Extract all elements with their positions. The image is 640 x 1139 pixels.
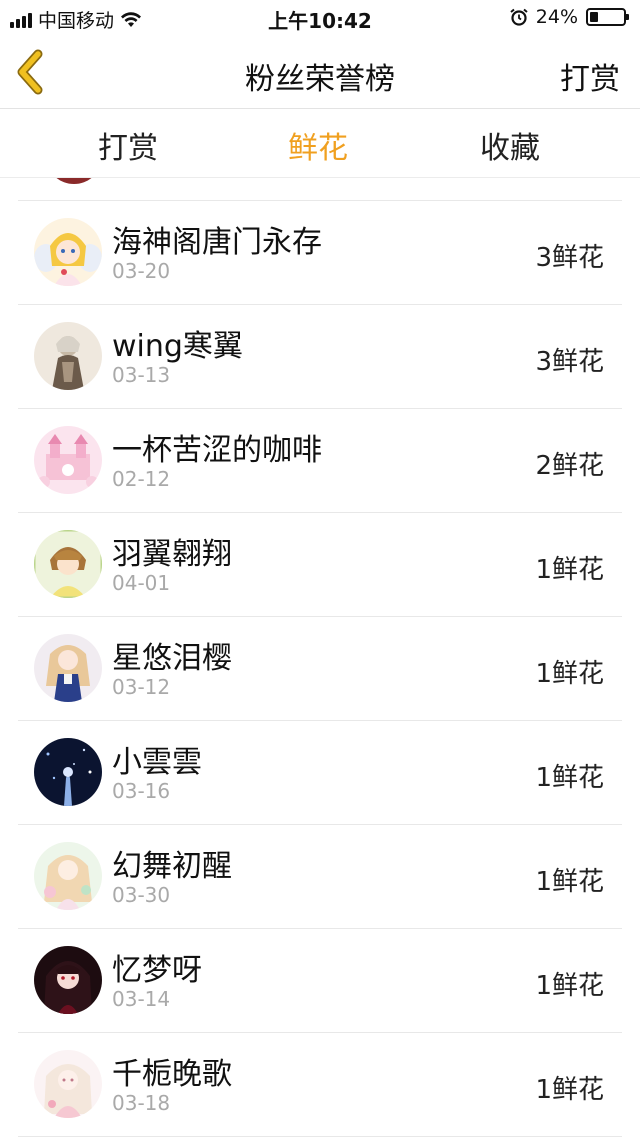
avatar: [34, 842, 102, 910]
list-item[interactable]: 千栀晚歌 03-18 1鲜花: [18, 1032, 622, 1137]
user-name: 一杯苦涩的咖啡: [112, 433, 322, 468]
battery-percent: 24%: [535, 6, 578, 28]
sepia-character-avatar: [34, 322, 102, 390]
avatar: [34, 322, 102, 390]
brown-hair-boy-avatar: [34, 530, 102, 598]
user-name: 小雲雲: [112, 745, 202, 780]
user-name: 星悠泪樱: [112, 641, 232, 676]
user-name: wing寒翼: [112, 329, 243, 364]
user-name: 千栀晚歌: [112, 1057, 232, 1092]
pink-hair-girl-avatar: [34, 1050, 102, 1118]
date: 03-16: [112, 779, 171, 803]
angel-girl-avatar: [34, 218, 102, 286]
avatar: [34, 738, 102, 806]
list-item[interactable]: 幻舞初醒 03-30 1鲜花: [18, 824, 622, 929]
list-bottom-divider: [18, 1136, 622, 1137]
list-item[interactable]: 一杯苦涩的咖啡 02-12 2鲜花: [18, 408, 622, 513]
tab-flowers[interactable]: 鲜花: [288, 123, 348, 167]
status-right: 24%: [510, 6, 629, 28]
user-name: 忆梦呀: [112, 953, 202, 988]
list-item[interactable]: 星悠泪樱 03-12 1鲜花: [18, 616, 622, 721]
date: 03-13: [112, 363, 171, 387]
tab-reward[interactable]: 打赏: [98, 123, 158, 167]
flower-count: 1鲜花: [535, 555, 604, 585]
list-item[interactable]: 海神阁唐门永存 03-20 3鲜花: [18, 200, 622, 305]
flower-count: 2鲜花: [535, 451, 604, 481]
pastel-flower-girl-avatar: [34, 842, 102, 910]
date: 03-30: [112, 883, 171, 907]
user-name: 海神阁唐门永存: [112, 225, 322, 260]
list-item[interactable]: 小雲雲 03-16 1鲜花: [18, 720, 622, 825]
night-sky-avatar: [34, 738, 102, 806]
pink-castle-avatar: [34, 426, 102, 494]
date: 04-01: [112, 571, 171, 595]
avatar: [34, 530, 102, 598]
avatar: [34, 946, 102, 1014]
date: 03-14: [112, 987, 171, 1011]
user-name: 幻舞初醒: [112, 849, 232, 884]
avatar: [34, 634, 102, 702]
date: 03-20: [112, 259, 171, 283]
avatar: [48, 178, 100, 184]
avatar: [34, 218, 102, 286]
date: 03-12: [112, 675, 171, 699]
nav-bar: 粉丝荣誉榜 打赏: [0, 36, 640, 109]
flower-count: 1鲜花: [535, 763, 604, 793]
blue-dress-girl-avatar: [34, 634, 102, 702]
flower-count: 1鲜花: [535, 971, 604, 1001]
user-name: 羽翼翱翔: [112, 537, 232, 572]
avatar: [34, 1050, 102, 1118]
battery-icon: [586, 8, 629, 26]
flower-count: 1鲜花: [535, 659, 604, 689]
list-item[interactable]: wing寒翼 03-13 3鲜花: [18, 304, 622, 409]
page-title: 粉丝荣誉榜: [245, 62, 395, 97]
tab-bar: 打赏 鲜花 收藏: [0, 109, 640, 178]
avatar: [34, 426, 102, 494]
dark-hair-girl-avatar: [34, 946, 102, 1014]
list-item[interactable]: 羽翼翱翔 04-01 1鲜花: [18, 512, 622, 617]
flower-count: 1鲜花: [535, 1075, 604, 1105]
tip-button[interactable]: 打赏: [560, 54, 620, 98]
list-item[interactable]: 忆梦呀 03-14 1鲜花: [18, 928, 622, 1033]
flower-count: 3鲜花: [535, 347, 604, 377]
date: 02-12: [112, 467, 171, 491]
fan-list: 海神阁唐门永存 03-20 3鲜花 wing寒翼 03-13 3鲜花 一杯苦涩的…: [0, 178, 640, 1139]
flower-count: 3鲜花: [535, 243, 604, 273]
alarm-icon: [510, 8, 528, 26]
date: 03-18: [112, 1091, 171, 1115]
flower-count: 1鲜花: [535, 867, 604, 897]
status-bar: 中国移动 上午10:42 24%: [0, 0, 640, 36]
tab-favorites[interactable]: 收藏: [480, 123, 540, 167]
